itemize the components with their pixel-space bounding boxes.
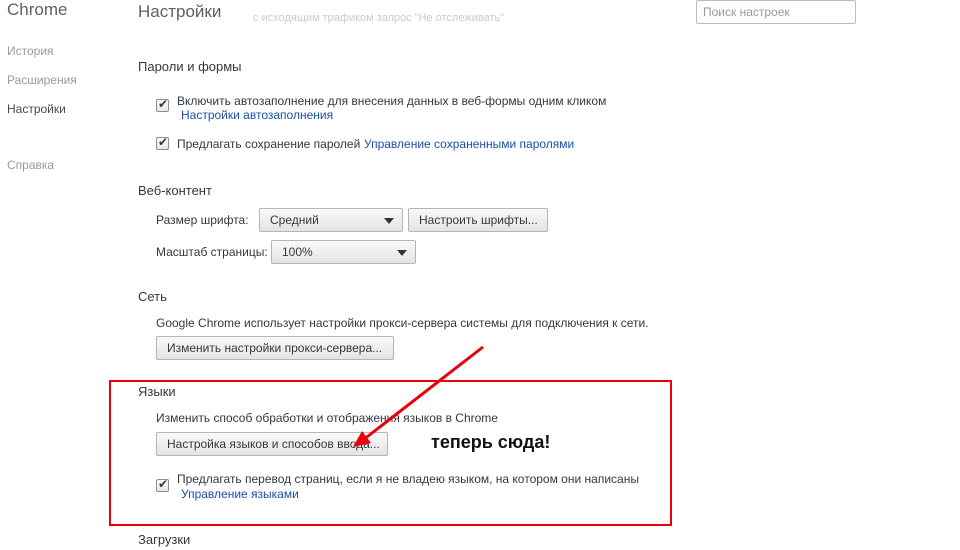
section-title-downloads: Загрузки [138, 532, 191, 547]
network-description: Google Chrome использует настройки прокс… [156, 316, 649, 330]
section-title-network: Сеть [138, 289, 167, 304]
manage-passwords-link[interactable]: Управление сохраненными паролями [364, 137, 574, 151]
customize-fonts-button[interactable]: Настроить шрифты... [408, 208, 548, 232]
zoom-label: Масштаб страницы: [156, 245, 268, 259]
zoom-value: 100% [282, 245, 313, 259]
chevron-down-icon [384, 218, 394, 224]
section-title-passwords: Пароли и формы [138, 59, 242, 74]
font-size-value: Средний [270, 213, 319, 227]
sidebar-item-extensions[interactable]: Расширения [7, 73, 77, 102]
autofill-label: Включить автозаполнение для внесения дан… [177, 94, 607, 108]
annotation-text: теперь сюда! [431, 432, 551, 452]
proxy-settings-button[interactable]: Изменить настройки прокси-сервера... [156, 336, 394, 360]
font-size-label: Размер шрифта: [156, 213, 249, 227]
brand-title: Chrome [7, 0, 68, 19]
sidebar-item-history[interactable]: История [7, 44, 77, 73]
settings-page: Chrome История Расширения Настройки Спра… [0, 0, 960, 550]
search-input[interactable] [696, 0, 856, 24]
page-title: Настройки [138, 2, 222, 21]
sidebar-item-help[interactable]: Справка [7, 158, 77, 187]
save-passwords-checkbox[interactable] [156, 135, 169, 150]
section-title-web-content: Веб-контент [138, 183, 212, 198]
annotation-highlight-box [109, 380, 672, 526]
sidebar-item-settings[interactable]: Настройки [7, 102, 77, 131]
autofill-settings-link[interactable]: Настройки автозаполнения [181, 108, 333, 122]
faded-scrolled-text: с исходящим трафиком запрос "Не отслежив… [253, 12, 505, 24]
sidebar-nav: История Расширения Настройки Справка [7, 44, 77, 187]
zoom-select[interactable]: 100% [271, 240, 416, 264]
autofill-checkbox[interactable] [156, 97, 169, 112]
chevron-down-icon [397, 250, 407, 256]
font-size-select[interactable]: Средний [259, 208, 403, 232]
save-passwords-label: Предлагать сохранение паролей [177, 137, 361, 151]
sidebar: Chrome История Расширения Настройки Спра… [0, 0, 120, 550]
